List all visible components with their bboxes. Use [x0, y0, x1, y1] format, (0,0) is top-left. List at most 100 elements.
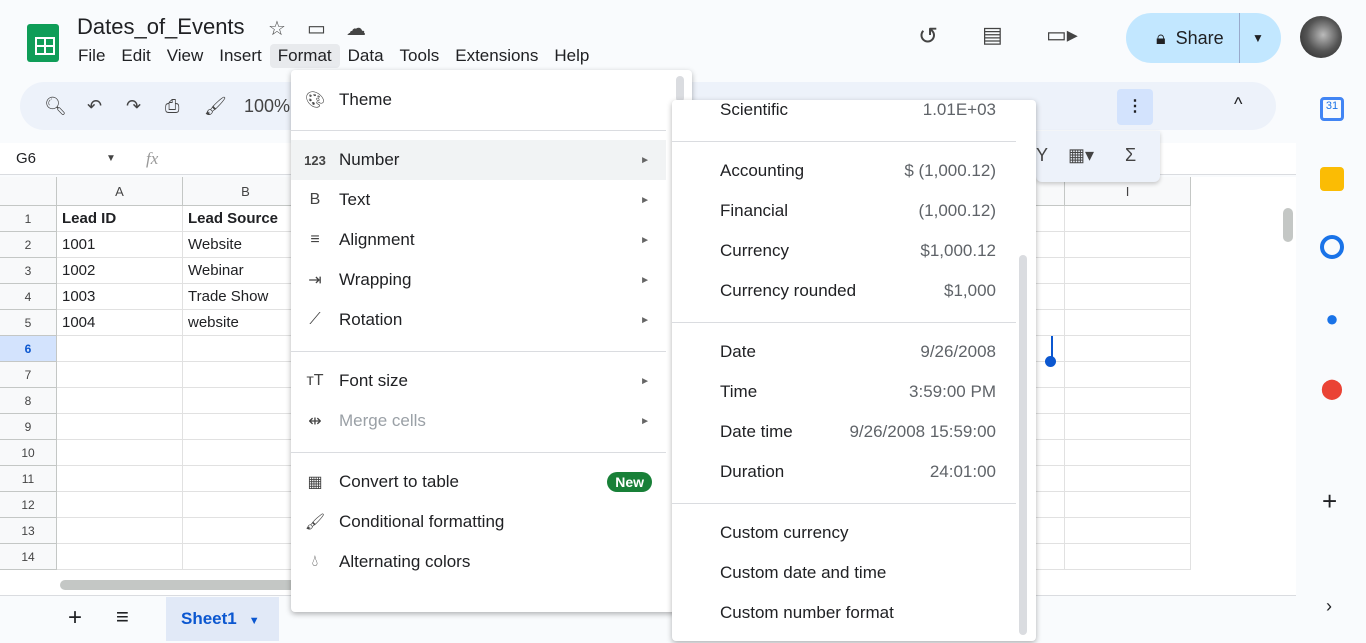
number-format-custom-date-and-time[interactable]: Custom date and time — [672, 553, 1016, 593]
menu-edit[interactable]: Edit — [113, 44, 158, 68]
row-header-11[interactable]: 11 — [0, 466, 57, 492]
row-header-7[interactable]: 7 — [0, 362, 57, 388]
redo-icon[interactable]: ↷ — [126, 96, 141, 117]
cell-I13[interactable] — [1065, 518, 1191, 544]
cell-A10[interactable] — [57, 440, 183, 466]
meet-icon[interactable]: ▭▸ — [1046, 22, 1078, 48]
cell-I11[interactable] — [1065, 466, 1191, 492]
search-icon[interactable]: 🔍︎ — [44, 96, 67, 117]
number-format-duration[interactable]: Duration 24:01:00 — [672, 452, 1016, 492]
cell-I14[interactable] — [1065, 544, 1191, 570]
cell-A7[interactable] — [57, 362, 183, 388]
cell-A8[interactable] — [57, 388, 183, 414]
cell-I1[interactable] — [1065, 206, 1191, 232]
row-header-2[interactable]: 2 — [0, 232, 57, 258]
history-icon[interactable]: ↺ — [918, 22, 938, 51]
row-header-9[interactable]: 9 — [0, 414, 57, 440]
all-sheets-icon[interactable]: ≡ — [116, 604, 129, 630]
cell-A9[interactable] — [57, 414, 183, 440]
row-header-12[interactable]: 12 — [0, 492, 57, 518]
print-icon[interactable]: ⎙ — [165, 96, 179, 117]
row-header-6[interactable]: 6 — [0, 336, 57, 362]
menu-format[interactable]: Format — [269, 44, 340, 68]
number-format-date-time[interactable]: Date time 9/26/2008 15:59:00 — [672, 412, 1016, 452]
format-menu-item-text[interactable]: B Text ► — [291, 180, 666, 220]
cell-I2[interactable] — [1065, 232, 1191, 258]
cell-I7[interactable] — [1065, 362, 1191, 388]
name-box[interactable]: G6 — [16, 150, 36, 167]
zoom-select[interactable]: 100% — [244, 96, 290, 117]
keep-icon[interactable] — [1320, 167, 1344, 191]
sum-icon[interactable]: Σ — [1125, 145, 1136, 166]
menu-file[interactable]: File — [70, 44, 113, 68]
cell-A13[interactable] — [57, 518, 183, 544]
cell-A14[interactable] — [57, 544, 183, 570]
chevron-down-icon[interactable]: ▼ — [249, 615, 260, 627]
number-format-custom-number-format[interactable]: Custom number format — [672, 593, 1016, 633]
format-menu-item-number[interactable]: 123 Number ► — [291, 140, 666, 180]
row-header-13[interactable]: 13 — [0, 518, 57, 544]
filter-icon[interactable]: Y — [1036, 145, 1048, 166]
cell-I8[interactable] — [1065, 388, 1191, 414]
format-menu-item-alternating-colors[interactable]: 💧︎ Alternating colors — [291, 542, 666, 582]
maps-icon[interactable]: ⬤ — [1320, 376, 1344, 400]
number-format-custom-currency[interactable]: Custom currency — [672, 513, 1016, 553]
comments-icon[interactable]: ▤ — [982, 22, 1003, 48]
contacts-icon[interactable]: ● — [1320, 306, 1344, 331]
row-header-5[interactable]: 5 — [0, 310, 57, 336]
collapse-toolbar-icon[interactable]: ^ — [1234, 94, 1242, 115]
number-format-time[interactable]: Time 3:59:00 PM — [672, 372, 1016, 412]
cell-A2[interactable]: 1001 — [57, 232, 183, 258]
more-options-button[interactable]: ⋮ — [1117, 89, 1153, 125]
vertical-scrollbar[interactable] — [1283, 208, 1293, 242]
cell-A4[interactable]: 1003 — [57, 284, 183, 310]
number-format-scientific[interactable]: Scientific 1.01E+03 — [672, 90, 1016, 130]
number-format-currency-rounded[interactable]: Currency rounded $1,000 — [672, 271, 1016, 311]
row-header-1[interactable]: 1 — [0, 206, 57, 232]
cell-A3[interactable]: 1002 — [57, 258, 183, 284]
format-menu-item-wrapping[interactable]: ⇥ Wrapping ► — [291, 260, 666, 300]
menu-insert[interactable]: Insert — [211, 44, 270, 68]
cell-A5[interactable]: 1004 — [57, 310, 183, 336]
format-menu-item-alignment[interactable]: ≡ Alignment ► — [291, 220, 666, 260]
number-format-currency[interactable]: Currency $1,000.12 — [672, 231, 1016, 271]
functions-table-icon[interactable]: ▦▾ — [1068, 145, 1094, 166]
select-all[interactable] — [0, 177, 57, 206]
move-folder-icon[interactable]: ▭ — [307, 16, 326, 41]
tasks-icon[interactable] — [1320, 235, 1344, 259]
paint-format-icon[interactable]: 🖌︎ — [204, 96, 227, 117]
cell-A12[interactable] — [57, 492, 183, 518]
menu-extensions[interactable]: Extensions — [447, 44, 546, 68]
format-menu-item-convert-to-table[interactable]: ▦ Convert to table New — [291, 462, 666, 502]
format-menu-item-theme[interactable]: 🎨︎ Theme — [291, 80, 666, 120]
menu-help[interactable]: Help — [546, 44, 597, 68]
row-header-14[interactable]: 14 — [0, 544, 57, 570]
row-header-3[interactable]: 3 — [0, 258, 57, 284]
menu-data[interactable]: Data — [340, 44, 392, 68]
cloud-saved-icon[interactable]: ☁ — [346, 16, 366, 41]
share-button[interactable]: 🔒︎ Share ▼ — [1126, 13, 1281, 63]
add-addon-icon[interactable]: + — [1322, 486, 1337, 517]
cell-I9[interactable] — [1065, 414, 1191, 440]
calendar-icon[interactable]: 31 — [1320, 97, 1344, 121]
cell-I3[interactable] — [1065, 258, 1191, 284]
row-header-4[interactable]: 4 — [0, 284, 57, 310]
sheets-logo[interactable] — [27, 24, 59, 62]
number-format-accounting[interactable]: Accounting $ (1,000.12) — [672, 151, 1016, 191]
number-format-financial[interactable]: Financial (1,000.12) — [672, 191, 1016, 231]
format-menu-item-merge-cells[interactable]: ⇹ Merge cells ► — [291, 401, 666, 441]
menu-tools[interactable]: Tools — [392, 44, 448, 68]
row-header-8[interactable]: 8 — [0, 388, 57, 414]
star-icon[interactable]: ☆ — [268, 16, 286, 41]
column-header-A[interactable]: A — [57, 177, 183, 206]
document-title[interactable]: Dates_of_Events — [77, 14, 245, 40]
add-sheet-icon[interactable]: + — [68, 604, 82, 632]
cell-A11[interactable] — [57, 466, 183, 492]
format-menu-item-conditional-formatting[interactable]: 🖌︎ Conditional formatting — [291, 502, 666, 542]
row-header-10[interactable]: 10 — [0, 440, 57, 466]
cell-I6[interactable] — [1065, 336, 1191, 362]
cell-I4[interactable] — [1065, 284, 1191, 310]
expand-panel-icon[interactable]: › — [1326, 596, 1332, 617]
cell-I10[interactable] — [1065, 440, 1191, 466]
cell-A1[interactable]: Lead ID — [57, 206, 183, 232]
